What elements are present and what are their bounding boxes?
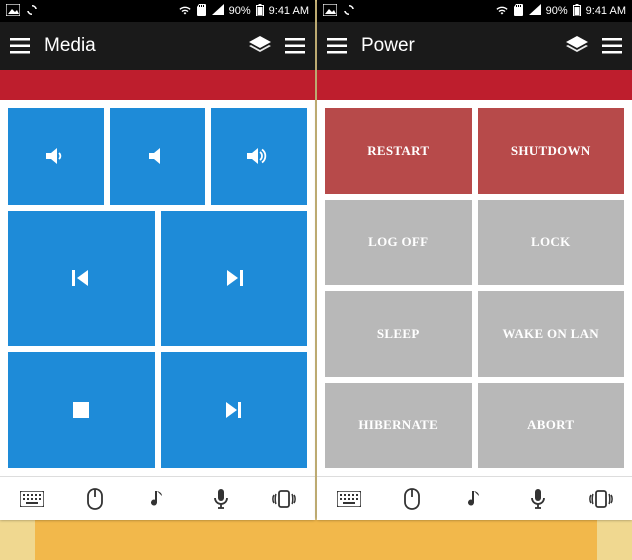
footer-strip <box>0 520 632 560</box>
vibrate-tab[interactable] <box>262 477 306 521</box>
mic-tab[interactable] <box>199 477 243 521</box>
shutdown-button[interactable]: SHUTDOWN <box>478 108 625 194</box>
abort-button[interactable]: ABORT <box>478 383 625 469</box>
stop-button[interactable] <box>8 352 155 468</box>
keyboard-tab[interactable] <box>10 477 54 521</box>
hamburger-icon[interactable] <box>10 38 30 54</box>
battery-icon <box>256 4 264 19</box>
wifi-icon <box>495 4 509 18</box>
sd-card-icon <box>197 4 207 19</box>
image-icon <box>6 4 20 19</box>
vibrate-tab[interactable] <box>579 477 623 521</box>
accent-strip <box>317 70 632 100</box>
page-title: Media <box>44 35 235 57</box>
volume-mute-button[interactable] <box>110 108 206 205</box>
accent-strip <box>0 70 315 100</box>
volume-down-button[interactable] <box>8 108 104 205</box>
sync-icon <box>26 4 38 19</box>
screen-power: 90% 9:41 AM Power RESTART SHUTDOW <box>317 0 632 520</box>
content-power: RESTART SHUTDOWN LOG OFF LOCK SLEEP WAKE… <box>317 100 632 476</box>
image-icon <box>323 4 337 19</box>
keyboard-tab[interactable] <box>327 477 371 521</box>
mouse-tab[interactable] <box>73 477 117 521</box>
mic-tab[interactable] <box>516 477 560 521</box>
app-bar: Media <box>0 22 315 70</box>
menu-icon[interactable] <box>602 38 622 54</box>
hamburger-icon[interactable] <box>327 38 347 54</box>
battery-label: 90% <box>546 5 568 17</box>
battery-icon <box>573 4 581 19</box>
bottom-bar <box>0 476 315 520</box>
clock-label: 9:41 AM <box>269 5 309 17</box>
previous-track-button[interactable] <box>8 211 155 346</box>
wake-on-lan-button[interactable]: WAKE ON LAN <box>478 291 625 377</box>
music-tab[interactable] <box>453 477 497 521</box>
play-step-button[interactable] <box>161 352 308 468</box>
menu-icon[interactable] <box>285 38 305 54</box>
mouse-tab[interactable] <box>390 477 434 521</box>
screen-media: 90% 9:41 AM Media <box>0 0 315 520</box>
clock-label: 9:41 AM <box>586 5 626 17</box>
signal-icon <box>212 4 224 18</box>
app-bar: Power <box>317 22 632 70</box>
hibernate-button[interactable]: HIBERNATE <box>325 383 472 469</box>
lock-button[interactable]: LOCK <box>478 200 625 286</box>
volume-up-button[interactable] <box>211 108 307 205</box>
next-track-button[interactable] <box>161 211 308 346</box>
bottom-bar <box>317 476 632 520</box>
signal-icon <box>529 4 541 18</box>
page-title: Power <box>361 35 552 57</box>
content-media <box>0 100 315 476</box>
battery-label: 90% <box>229 5 251 17</box>
status-bar: 90% 9:41 AM <box>0 0 315 22</box>
sync-icon <box>343 4 355 19</box>
status-bar: 90% 9:41 AM <box>317 0 632 22</box>
sd-card-icon <box>514 4 524 19</box>
layers-icon[interactable] <box>249 36 271 56</box>
wifi-icon <box>178 4 192 18</box>
layers-icon[interactable] <box>566 36 588 56</box>
restart-button[interactable]: RESTART <box>325 108 472 194</box>
sleep-button[interactable]: SLEEP <box>325 291 472 377</box>
log-off-button[interactable]: LOG OFF <box>325 200 472 286</box>
music-tab[interactable] <box>136 477 180 521</box>
